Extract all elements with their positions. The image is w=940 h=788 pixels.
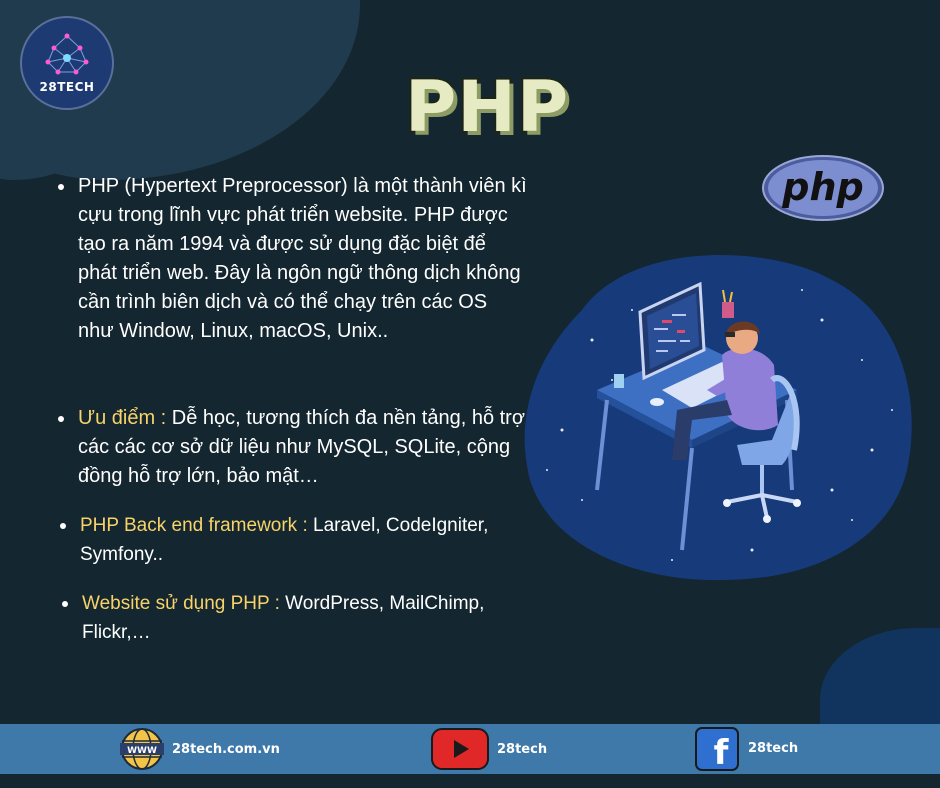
developer-illustration [524, 255, 912, 581]
bullet-text: PHP (Hypertext Preprocessor) là một thàn… [78, 175, 527, 342]
facebook-icon[interactable]: f [694, 726, 742, 772]
list-item: PHP (Hypertext Preprocessor) là một thàn… [58, 172, 528, 346]
list-item: PHP Back end framework : Laravel, CodeIg… [60, 511, 520, 569]
bullet-label: PHP Back end framework : [80, 515, 308, 536]
page-title: PHP [403, 64, 570, 150]
website-link[interactable]: 28tech.com.vn [172, 742, 280, 757]
youtube-icon[interactable] [430, 727, 490, 771]
globe-icon: WWW [120, 728, 164, 770]
bullet-label: Ưu điểm : [78, 407, 167, 429]
facebook-letter: f [714, 733, 730, 772]
youtube-channel[interactable]: 28tech [497, 742, 547, 757]
php-logo-text: php [781, 165, 863, 209]
facebook-page[interactable]: 28tech [748, 741, 798, 756]
network-icon [45, 33, 89, 75]
bullet-label: Website sử dụng PHP : [82, 593, 280, 614]
poster: 28TECH PHP php PHP (Hypertext Preprocess… [0, 0, 940, 788]
footer-bar: WWW 28tech.com.vn 28tech f 28tech [0, 724, 940, 774]
list-item: Ưu điểm : Dễ học, tương thích đa nền tản… [58, 404, 528, 491]
www-badge: WWW [127, 746, 157, 756]
list-item: Website sử dụng PHP : WordPress, MailChi… [62, 589, 522, 647]
php-logo: php [762, 155, 884, 221]
brand-name: 28TECH [39, 80, 95, 94]
brand-logo: 28TECH [20, 16, 114, 110]
